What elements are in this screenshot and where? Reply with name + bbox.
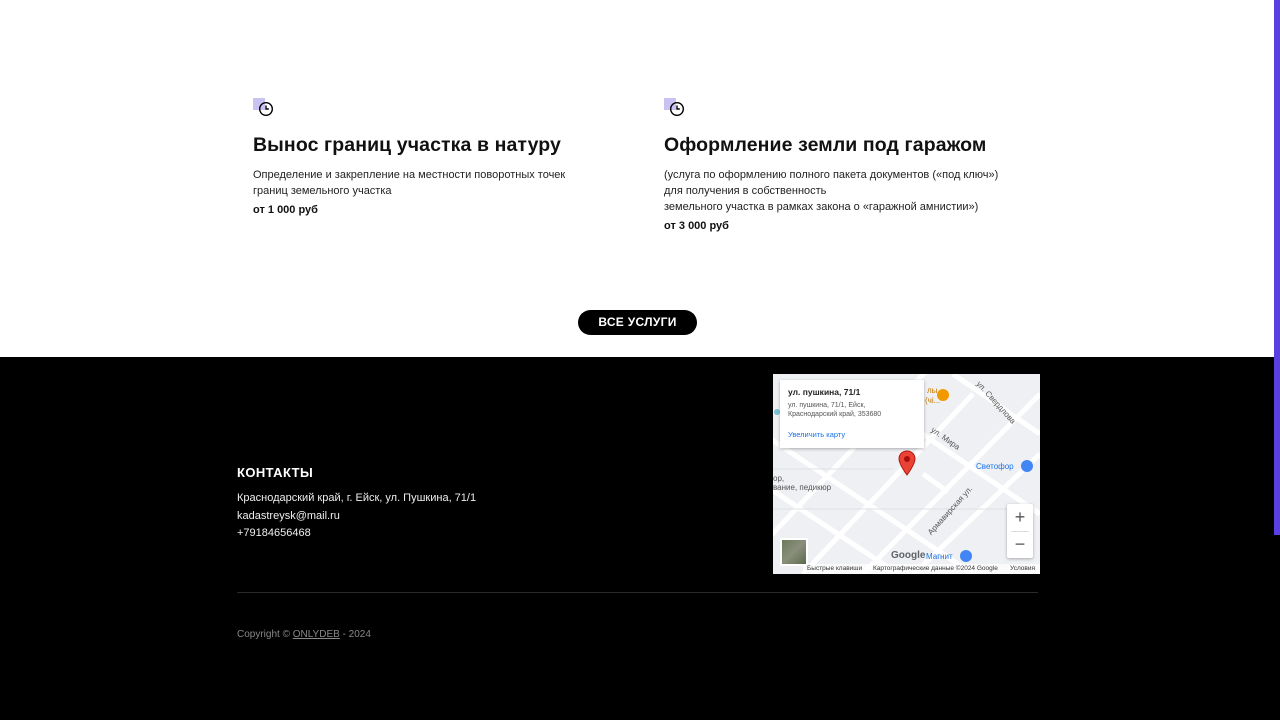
service-description-line: Определение и закрепление на местности п… (253, 169, 566, 181)
map-label: ор, (773, 474, 785, 483)
footer-divider (237, 592, 1038, 593)
contacts-title: КОНТАКТЫ (237, 465, 314, 480)
map-info-window: ул. пушкина, 71/1 ул. пушкина, 71/1, Ейс… (780, 380, 924, 448)
scrollbar-thumb[interactable] (1274, 0, 1280, 535)
service-description: Определение и закрепление на местности п… (253, 167, 623, 199)
service-description-line: (услуга по оформлению полного пакета док… (664, 169, 999, 181)
map-label: лы (927, 386, 938, 395)
contact-phone[interactable]: +79184656468 (237, 525, 476, 543)
service-description: (услуга по оформлению полного пакета док… (664, 167, 1044, 215)
contacts-block: КОНТАКТЫ Краснодарский край, г. Ейск, ул… (237, 465, 476, 543)
service-description-line: для получения в собственность (664, 185, 827, 197)
copyright-prefix: Copyright © (237, 629, 290, 640)
zoom-out-button[interactable]: − (1007, 531, 1033, 558)
scrollbar-track[interactable] (1274, 535, 1280, 720)
contact-email[interactable]: kadastreysk@mail.ru (237, 508, 476, 526)
map-info-address: Краснодарский край, 353680 (788, 411, 882, 418)
service-price: от 1 000 руб (253, 204, 318, 216)
service-card: Оформление земли под гаражом (услуга по … (664, 96, 1044, 232)
copyright-link[interactable]: ONLYDEB (293, 629, 340, 640)
satellite-toggle[interactable] (780, 538, 808, 566)
map-data-text: Картографические данные ©2024 Google (873, 565, 998, 572)
map-pin-icon[interactable] (898, 450, 916, 476)
map-label: Магнит (926, 552, 953, 561)
enlarge-map-link[interactable]: Увеличить карту (788, 430, 845, 439)
clock-icon (253, 96, 277, 118)
map-attribution-bar: Быстрые клавиши Картографические данные … (803, 564, 1040, 574)
map-zoom-controls: + − (1007, 504, 1033, 558)
service-description-line: земельного участка в рамках закона о «га… (664, 201, 979, 213)
zoom-in-button[interactable]: + (1007, 504, 1033, 531)
all-services-button[interactable]: ВСЕ УСЛУГИ (578, 310, 697, 335)
service-description-line: границ земельного участка (253, 185, 392, 197)
map-label: Светофор (976, 462, 1014, 471)
service-title: Оформление земли под гаражом (664, 134, 987, 156)
map-info-address: ул. пушкина, 71/1, Ейск, (788, 402, 866, 409)
footer: КОНТАКТЫ Краснодарский край, г. Ейск, ул… (0, 357, 1274, 720)
service-card: Вынос границ участка в натуру Определени… (253, 96, 623, 216)
service-title: Вынос границ участка в натуру (253, 134, 561, 156)
contact-address: Краснодарский край, г. Ейск, ул. Пушкина… (237, 492, 477, 504)
copyright: Copyright © ONLYDEB - 2024 (237, 629, 371, 640)
copyright-suffix: - 2024 (342, 629, 371, 640)
service-price: от 3 000 руб (664, 220, 729, 232)
google-logo: Google (891, 550, 926, 561)
embedded-map[interactable]: ул. Свердлова ул. Мира Армавирская ул. С… (773, 374, 1040, 574)
clock-icon (664, 96, 688, 118)
map-label: вание, педикюр (773, 483, 832, 492)
terms-link[interactable]: Условия (1010, 564, 1035, 574)
map-info-title: ул. пушкина, 71/1 (788, 387, 861, 397)
map-label: (чi... (925, 396, 941, 405)
services-section: Вынос границ участка в натуру Определени… (0, 0, 1280, 357)
keyboard-shortcuts-link[interactable]: Быстрые клавиши (807, 564, 862, 574)
